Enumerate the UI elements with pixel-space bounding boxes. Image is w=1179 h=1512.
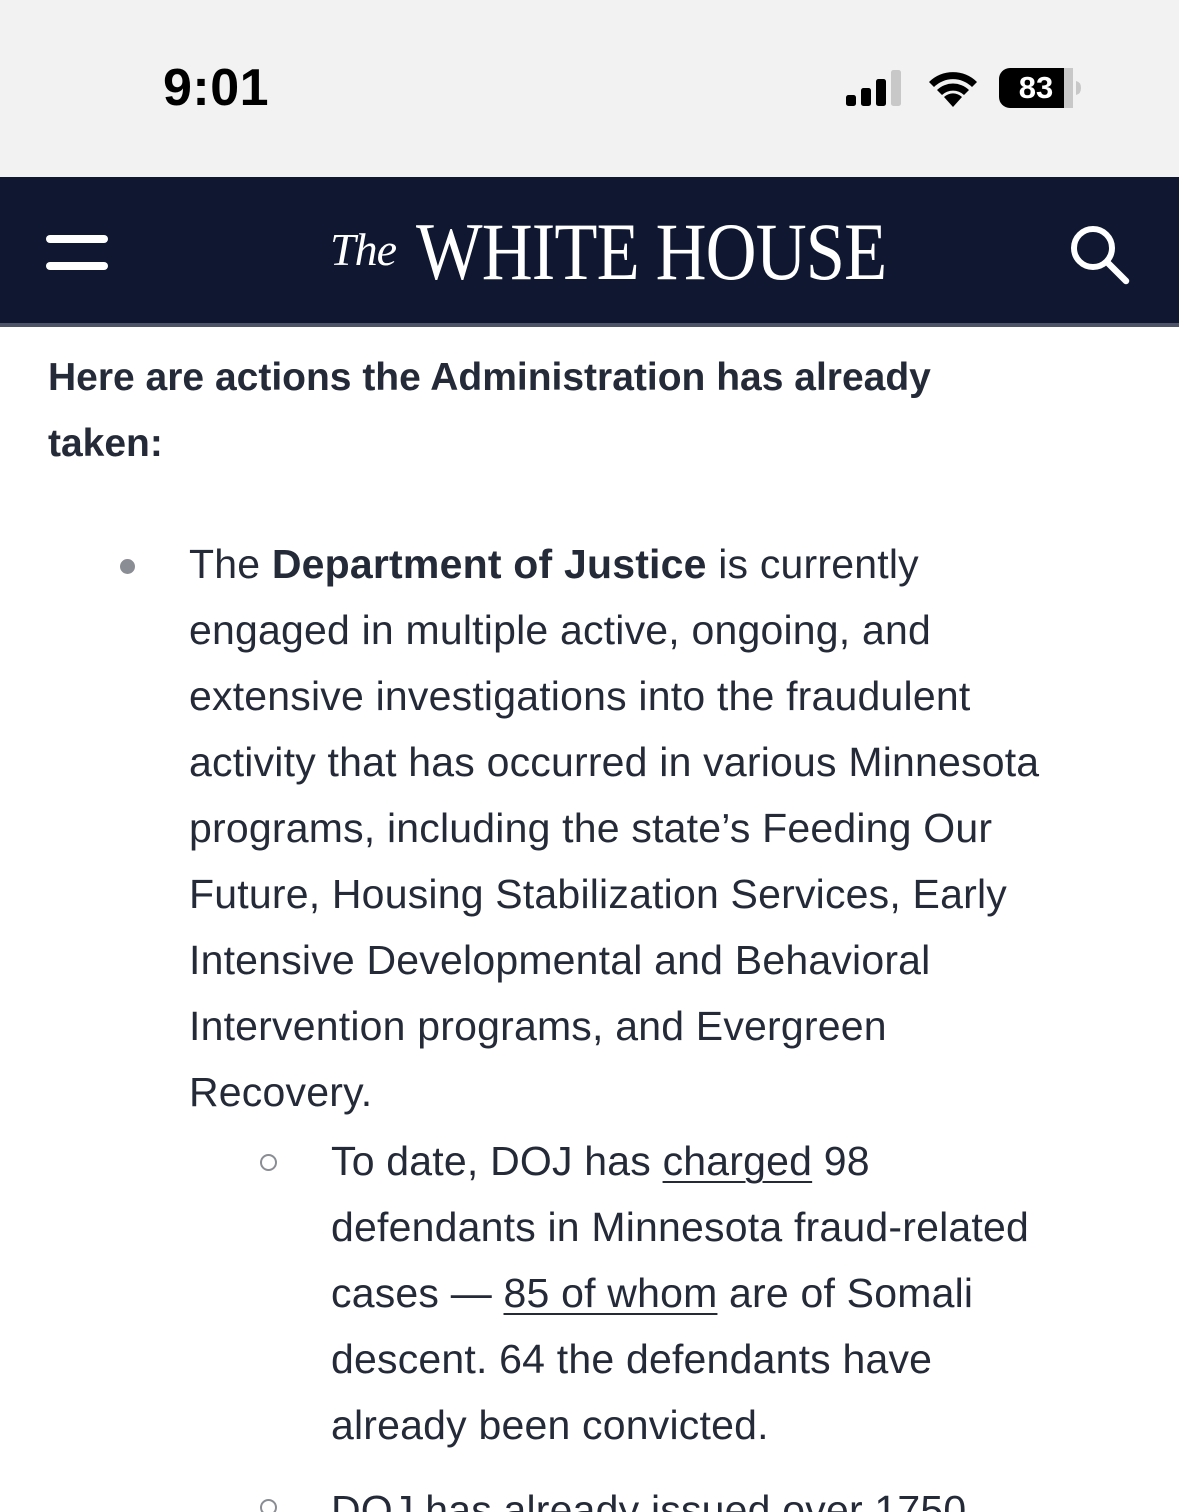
status-bar: 9:01 83 bbox=[0, 0, 1179, 177]
list-item-line: descent. 64 the defendants have bbox=[331, 1336, 933, 1382]
list-item-line: already been convicted. bbox=[331, 1402, 769, 1448]
site-logo[interactable]: The WHITE HOUSE bbox=[330, 207, 963, 297]
list-item-line: Future, Housing Stabilization Services, … bbox=[189, 871, 1007, 917]
sub-list-item: DOJ has already issued over 1750 bbox=[331, 1477, 1151, 1512]
list-bullet bbox=[120, 559, 135, 574]
list-item-line: Intensive Developmental and Behavioral bbox=[189, 937, 931, 983]
list-item-line: activity that has occurred in various Mi… bbox=[189, 739, 1040, 785]
list-item-line: engaged in multiple active, ongoing, and bbox=[189, 607, 931, 653]
85-of-whom-link[interactable]: 85 of whom bbox=[504, 1270, 718, 1316]
battery-level: 83 bbox=[1018, 70, 1054, 105]
wifi-icon bbox=[929, 72, 977, 107]
list-item-line: DOJ has already issued over 1750 bbox=[331, 1487, 967, 1512]
search-icon[interactable] bbox=[1068, 223, 1130, 285]
list-item-line: Intervention programs, and Evergreen bbox=[189, 1003, 887, 1049]
doj-emphasis: Department of Justice bbox=[271, 541, 707, 587]
list-item-line: Recovery. bbox=[189, 1069, 373, 1115]
list-item-line: cases — 85 of whom are of Somali bbox=[331, 1270, 974, 1316]
site-header: The WHITE HOUSE bbox=[0, 177, 1179, 327]
list-item-line: The Department of Justice is currently bbox=[189, 541, 919, 587]
intro-line: taken: bbox=[48, 422, 163, 465]
logo-prefix: The bbox=[330, 224, 397, 275]
section-intro: Here are actions the Administration has … bbox=[48, 345, 1078, 477]
list-item-line: To date, DOJ has charged 98 bbox=[331, 1138, 870, 1184]
list-item-line: programs, including the state’s Feeding … bbox=[189, 805, 993, 851]
charged-link[interactable]: charged bbox=[663, 1138, 813, 1184]
intro-line: Here are actions the Administration has … bbox=[48, 356, 931, 399]
list-item-line: defendants in Minnesota fraud-related bbox=[331, 1204, 1030, 1250]
sub-list-bullet bbox=[260, 1499, 277, 1512]
status-time: 9:01 bbox=[163, 59, 270, 117]
hamburger-icon-bar bbox=[46, 235, 108, 243]
sub-list-item: To date, DOJ has charged 98 defendants i… bbox=[331, 1128, 1151, 1458]
list-item: The Department of Justice is currently e… bbox=[189, 531, 1149, 1125]
cellular-signal-icon bbox=[846, 70, 901, 106]
sub-list-bullet bbox=[260, 1154, 277, 1171]
list-item-line: extensive investigations into the fraudu… bbox=[189, 673, 971, 719]
menu-button[interactable] bbox=[46, 235, 110, 271]
logo-name: WHITE HOUSE bbox=[416, 206, 887, 297]
hamburger-icon-bar bbox=[46, 262, 108, 270]
